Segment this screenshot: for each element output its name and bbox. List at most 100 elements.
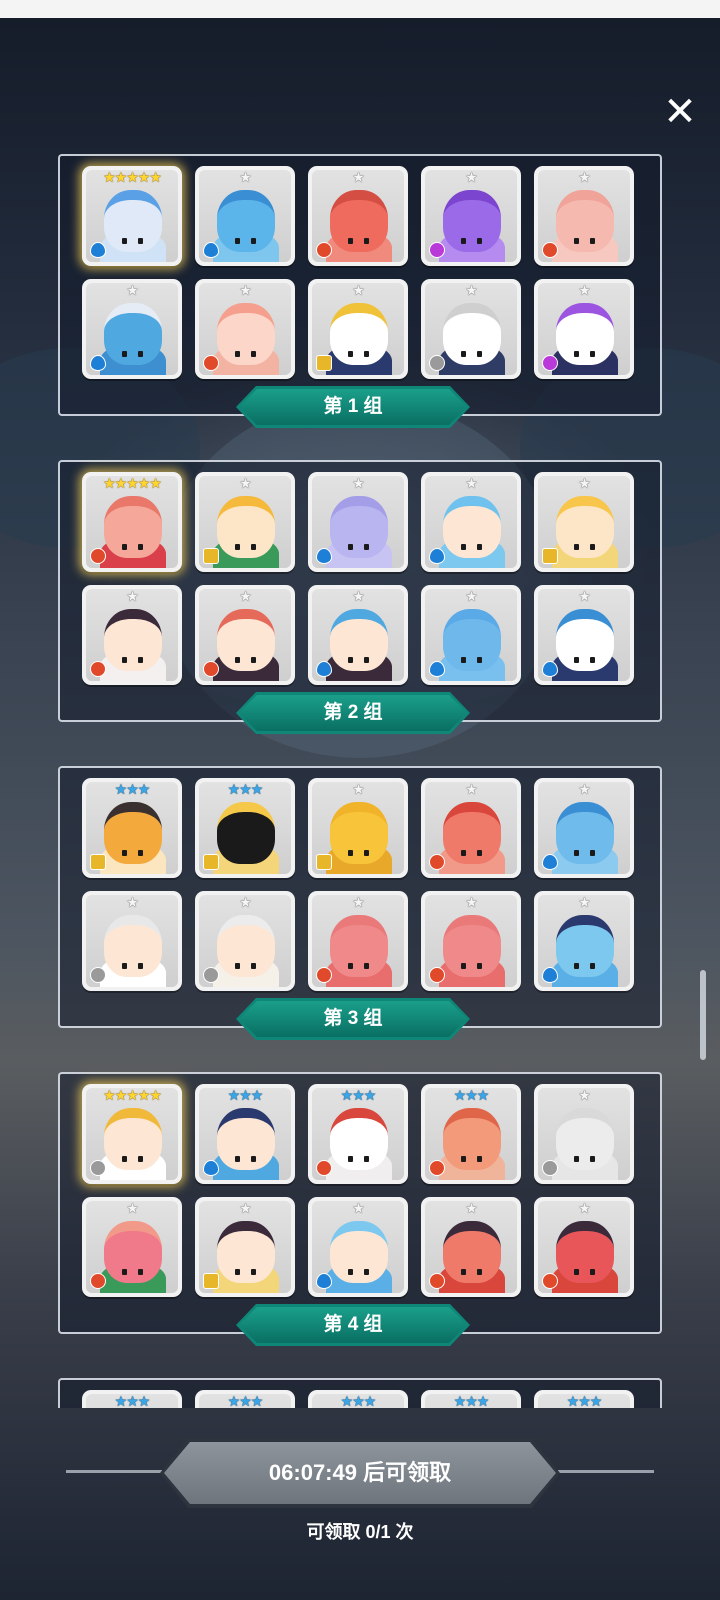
hero-eye [348, 544, 353, 550]
star-rating: ★ [578, 894, 591, 910]
hero-eye [122, 1156, 127, 1162]
hero-card[interactable]: ★ [421, 166, 521, 266]
hero-card[interactable]: ★★★ [421, 1390, 521, 1408]
fire-element-icon [429, 1160, 445, 1176]
light-element-icon [90, 854, 106, 870]
star-rating: ★ [126, 588, 139, 604]
hero-eye [251, 238, 256, 244]
hero-head [217, 303, 275, 365]
hero-card[interactable]: ★ [195, 279, 295, 379]
hero-eye [477, 1156, 482, 1162]
hero-card[interactable]: ★ [82, 585, 182, 685]
hero-eye [590, 1156, 595, 1162]
star-rating: ★ [465, 781, 478, 797]
hero-card[interactable]: ★ [421, 279, 521, 379]
group-list[interactable]: ★★★★★ ★ ★ ★ ★ ★ ★ ★ ★ ★ 第 1 组 ★★★★★ ★ ★ ★ ★ ★ ★ ★ ★ ★ 第 2 组 ★★… [0, 150, 720, 1408]
hero-card[interactable]: ★ [82, 279, 182, 379]
hero-card[interactable]: ★ [534, 778, 634, 878]
hero-card[interactable]: ★ [195, 1197, 295, 1297]
hero-card[interactable]: ★ [421, 778, 521, 878]
hero-eye [477, 850, 482, 856]
hero-card[interactable]: ★ [308, 891, 408, 991]
hero-eye [235, 544, 240, 550]
group-label-banner: 第 3 组 [236, 998, 470, 1040]
hero-card[interactable]: ★ [534, 1084, 634, 1184]
hero-head [556, 496, 614, 558]
group-label: 第 1 组 [239, 389, 467, 425]
hero-card[interactable]: ★★★★★ [82, 166, 182, 266]
hero-card[interactable]: ★★★ [195, 1390, 295, 1408]
hero-card[interactable]: ★ [195, 472, 295, 572]
hero-eye [364, 850, 369, 856]
hero-head [217, 190, 275, 252]
star-rating: ★ [352, 475, 365, 491]
hero-eye [590, 351, 595, 357]
star-rating: ★ [465, 1200, 478, 1216]
footer-divider-right [558, 1470, 654, 1473]
star-rating: ★★★★★ [103, 475, 162, 491]
hero-card[interactable]: ★ [82, 1197, 182, 1297]
hero-card[interactable]: ★★★ [308, 1390, 408, 1408]
hero-card[interactable]: ★ [308, 778, 408, 878]
hero-card[interactable]: ★★★ [534, 1390, 634, 1408]
water-element-icon [203, 242, 219, 258]
hero-card[interactable]: ★ [421, 891, 521, 991]
hero-eye [364, 351, 369, 357]
hero-eye [477, 544, 482, 550]
hero-card[interactable]: ★ [421, 472, 521, 572]
hero-card[interactable]: ★★★ [308, 1084, 408, 1184]
hero-head [104, 609, 162, 671]
hero-card[interactable]: ★★★ [421, 1084, 521, 1184]
light-element-icon [316, 854, 332, 870]
hero-card[interactable]: ★ [534, 166, 634, 266]
hero-card[interactable]: ★★★ [82, 1390, 182, 1408]
hero-card[interactable]: ★ [534, 891, 634, 991]
hero-eye [461, 544, 466, 550]
hero-card[interactable]: ★ [534, 1197, 634, 1297]
hero-head [330, 915, 388, 977]
hero-card[interactable]: ★ [82, 891, 182, 991]
dark-element-icon [429, 242, 445, 258]
hero-head [330, 802, 388, 864]
hero-card[interactable]: ★★★ [82, 778, 182, 878]
close-button[interactable]: ✕ [662, 92, 698, 132]
hero-eye [251, 850, 256, 856]
scrollbar[interactable] [700, 970, 706, 1060]
hero-card[interactable]: ★★★ [195, 1084, 295, 1184]
claim-timer-button[interactable]: 06:07:49 后可领取 [160, 1438, 560, 1508]
hero-card[interactable]: ★ [195, 585, 295, 685]
hero-eye [364, 1156, 369, 1162]
hero-eye [461, 1269, 466, 1275]
hero-card[interactable]: ★ [308, 472, 408, 572]
hero-card[interactable]: ★ [308, 166, 408, 266]
hero-head [330, 1221, 388, 1283]
hero-eye [364, 238, 369, 244]
hero-card[interactable]: ★ [534, 279, 634, 379]
group-label: 第 3 组 [239, 1001, 467, 1037]
hero-card[interactable]: ★★★★★ [82, 1084, 182, 1184]
fire-element-icon [316, 967, 332, 983]
hero-card[interactable]: ★ [534, 472, 634, 572]
wind-element-icon [203, 967, 219, 983]
water-element-icon [90, 355, 106, 371]
fire-element-icon [203, 661, 219, 677]
fire-element-icon [90, 548, 106, 564]
hero-card[interactable]: ★ [195, 166, 295, 266]
hero-eye [251, 657, 256, 663]
hero-eye [251, 544, 256, 550]
hero-card[interactable]: ★ [308, 1197, 408, 1297]
hero-card[interactable]: ★ [421, 1197, 521, 1297]
hero-eye [477, 657, 482, 663]
hero-head [104, 802, 162, 864]
star-rating: ★★★ [227, 1393, 264, 1408]
hero-card[interactable]: ★ [534, 585, 634, 685]
hero-card[interactable]: ★★★ [195, 778, 295, 878]
hero-head [556, 609, 614, 671]
hero-head [556, 303, 614, 365]
hero-card[interactable]: ★★★★★ [82, 472, 182, 572]
hero-card[interactable]: ★ [421, 585, 521, 685]
hero-card[interactable]: ★ [308, 279, 408, 379]
hero-card[interactable]: ★ [308, 585, 408, 685]
hero-card[interactable]: ★ [195, 891, 295, 991]
wind-element-icon [90, 967, 106, 983]
